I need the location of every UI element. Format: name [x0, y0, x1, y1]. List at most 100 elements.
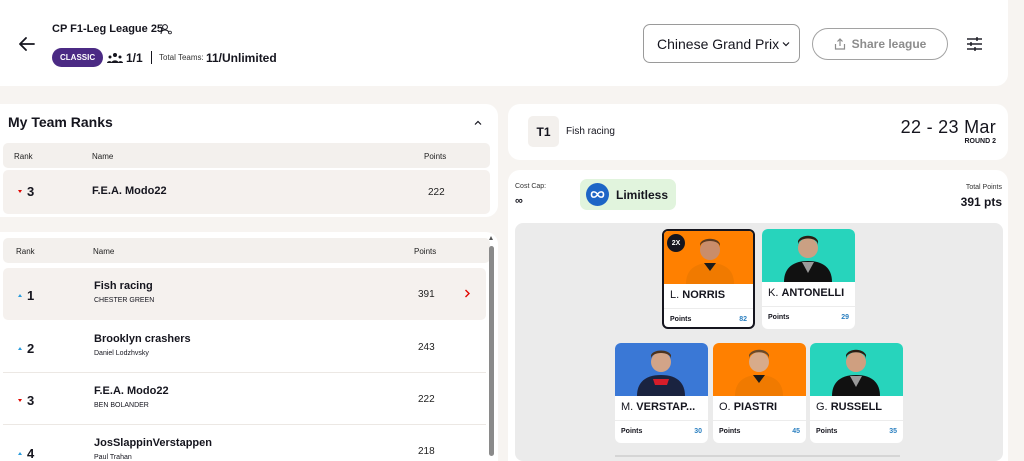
rank-down-icon: [18, 399, 22, 402]
total-teams-value: 11/Unlimited: [206, 51, 277, 65]
rank-up-icon: [18, 452, 22, 455]
rank-value: 3: [27, 184, 35, 199]
my-team-ranks-panel: My Team Ranks Rank Name Points 3 F.E.A. …: [0, 104, 498, 217]
rank-down-icon: [18, 190, 22, 193]
driver-name: G. RUSSELL: [816, 401, 883, 413]
driver-points: 30: [694, 428, 702, 435]
team-name: Brooklyn crashers: [94, 333, 191, 345]
rank-up-icon: [18, 347, 22, 350]
driver-card-piastri[interactable]: O. PIASTRI Points 45: [713, 343, 806, 443]
league-title: CP F1-Leg League 25: [52, 23, 164, 35]
selected-team-card: T1 Fish racing 22 - 23 Mar ROUND 2: [508, 104, 1008, 160]
card-divider: [762, 306, 855, 307]
points-label: Points: [621, 428, 643, 435]
standings-row[interactable]: 1 Fish racing CHESTER GREEN 391: [3, 268, 486, 320]
team-name: F.E.A. Modo22: [94, 385, 169, 397]
rank-value: 1: [27, 288, 35, 303]
driver-points: 35: [889, 428, 897, 435]
points-label: Points: [719, 428, 741, 435]
driver-name: M. VERSTAP...: [621, 401, 696, 413]
share-league-button[interactable]: Share league: [812, 28, 948, 60]
chip-label: Limitless: [616, 187, 669, 202]
selected-team-name: Fish racing: [566, 126, 615, 137]
league-header: CP F1-Leg League 25 CLASSIC 1/1 Total Te…: [0, 0, 1008, 86]
card-divider: [810, 420, 903, 421]
rank-cell: 3: [18, 184, 34, 199]
driver-portrait: [615, 343, 708, 396]
rank-value: 2: [27, 341, 35, 356]
filter-settings-icon[interactable]: [966, 36, 983, 52]
driver-card-norris[interactable]: 2X L. NORRIS Points 82: [662, 229, 755, 329]
total-teams-label: Total Teams:: [159, 53, 204, 62]
driver-portrait: [810, 343, 903, 396]
driver-card-antonelli[interactable]: K. ANTONELLI Points 29: [762, 229, 855, 329]
rank-cell: 1: [18, 288, 34, 303]
name-column-header: Name: [93, 247, 115, 256]
round-label: ROUND 2: [964, 138, 996, 145]
total-points-label: Total Points: [965, 184, 1002, 191]
rank-cell: 3: [18, 393, 34, 408]
rank-value: 3: [27, 393, 35, 408]
team-lineup-panel: Cost Cap: ∞ Limitless Total Points 391 p…: [508, 170, 1008, 461]
total-points-value: 391 pts: [960, 195, 1002, 209]
scroll-thumb[interactable]: [489, 246, 494, 456]
members-icon: [107, 53, 123, 63]
rank-cell: 4: [18, 446, 34, 461]
driver-portrait: [713, 343, 806, 396]
manager-name: BEN BOLANDER: [94, 402, 149, 409]
standings-row[interactable]: 2 Brooklyn crashers Daniel Lodzhvsky 243: [3, 321, 486, 373]
header-divider: [151, 51, 152, 64]
rank-column-header: Rank: [14, 152, 33, 161]
points-label: Points: [670, 316, 692, 323]
rank-column-header: Rank: [16, 247, 35, 256]
standings-scrollbar[interactable]: [488, 236, 495, 461]
driver-card-russell[interactable]: G. RUSSELL Points 35: [810, 343, 903, 443]
team-points: 222: [428, 187, 445, 198]
points-label: Points: [768, 314, 790, 321]
team-name: JosSlappinVerstappen: [94, 437, 212, 449]
share-icon: [834, 38, 845, 50]
driver-name: O. PIASTRI: [719, 401, 778, 413]
driver-points: 45: [792, 428, 800, 435]
standings-row[interactable]: 3 F.E.A. Modo22 BEN BOLANDER 222: [3, 373, 486, 425]
my-ranks-header-row: Rank Name Points: [3, 143, 490, 168]
name-column-header: Name: [92, 152, 114, 161]
share-league-label: Share league: [851, 37, 927, 51]
points-column-header: Points: [424, 152, 447, 161]
user-settings-icon[interactable]: [160, 23, 172, 35]
limitless-chip[interactable]: Limitless: [580, 179, 676, 210]
rank-up-icon: [18, 294, 22, 297]
infinity-icon: [586, 183, 609, 206]
chevron-up-icon[interactable]: [473, 118, 483, 128]
team-points: 243: [418, 342, 435, 353]
driver-points: 29: [841, 314, 849, 321]
points-label: Points: [816, 428, 838, 435]
driver-lineup: 2X L. NORRIS Points 82 K. ANTONELLI Poin…: [515, 223, 1003, 461]
rank-cell: 2: [18, 341, 34, 356]
driver-portrait: [762, 229, 855, 282]
my-team-row[interactable]: 3 F.E.A. Modo22 222: [3, 170, 490, 214]
chevron-right-icon: [465, 289, 470, 298]
manager-name: Daniel Lodzhvsky: [94, 350, 149, 357]
standings-row[interactable]: 4 JosSlappinVerstappen Paul Trahan 218: [3, 426, 486, 461]
arrow-left-icon: [19, 37, 35, 51]
team-name: F.E.A. Modo22: [92, 185, 167, 197]
card-divider: [664, 308, 753, 309]
team-points: 218: [418, 446, 435, 457]
points-column-header: Points: [414, 247, 437, 256]
race-select-value: Chinese Grand Prix: [657, 35, 780, 52]
card-divider: [615, 420, 708, 421]
manager-name: Paul Trahan: [94, 454, 132, 461]
scroll-up-arrow-icon[interactable]: [489, 236, 493, 240]
back-button[interactable]: [16, 33, 38, 55]
driver-card-verstappen[interactable]: M. VERSTAP... Points 30: [615, 343, 708, 443]
manager-name: CHESTER GREEN: [94, 297, 155, 304]
league-type-badge: CLASSIC: [52, 48, 104, 67]
driver-name: L. NORRIS: [670, 289, 726, 301]
driver-name: K. ANTONELLI: [768, 287, 845, 299]
race-select[interactable]: Chinese Grand Prix: [643, 24, 800, 63]
standings-header-row: Rank Name Points: [3, 238, 490, 263]
driver-points: 82: [739, 316, 747, 323]
captain-badge: 2X: [667, 234, 685, 252]
league-standings-panel: Rank Name Points 1 Fish racing CHESTER G…: [0, 232, 498, 461]
